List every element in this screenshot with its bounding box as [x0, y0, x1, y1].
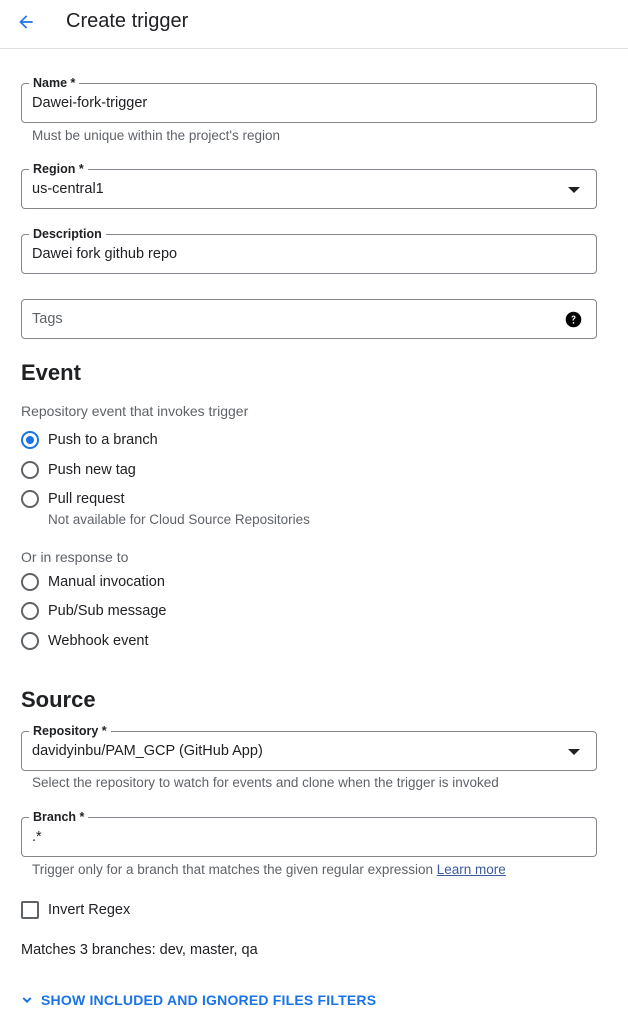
radio-unchecked-icon	[21, 632, 39, 650]
radio-label: Webhook event	[48, 633, 149, 649]
branch-hint-text: Trigger only for a branch that matches t…	[32, 862, 433, 877]
radio-push-new-tag[interactable]: Push new tag	[21, 460, 136, 480]
dropdown-arrow-icon	[568, 749, 580, 755]
response-subtitle: Or in response to	[21, 549, 129, 565]
radio-label: Pub/Sub message	[48, 603, 167, 619]
radio-label: Push to a branch	[48, 432, 158, 448]
radio-manual-invocation[interactable]: Manual invocation	[21, 572, 165, 592]
region-select[interactable]: Region * us-central1	[21, 161, 597, 209]
invert-regex-checkbox[interactable]: Invert Regex	[21, 900, 130, 920]
description-field[interactable]: Description Dawei fork github repo	[21, 226, 597, 274]
name-field-label: Name *	[29, 75, 80, 91]
radio-unchecked-icon	[21, 573, 39, 591]
event-section-title: Event	[21, 360, 81, 385]
back-button[interactable]	[12, 8, 40, 36]
arrow-back-icon	[19, 15, 33, 29]
dropdown-arrow-icon	[568, 187, 580, 193]
help-icon[interactable]	[565, 311, 582, 328]
tags-field[interactable]: Tags	[21, 299, 597, 339]
branch-field-value: .*	[32, 829, 42, 845]
checkbox-unchecked-icon	[21, 901, 39, 919]
repository-select-value: davidyinbu/PAM_GCP (GitHub App)	[32, 743, 263, 759]
page-header: Create trigger	[0, 0, 628, 49]
pull-request-note: Not available for Cloud Source Repositor…	[48, 512, 310, 527]
radio-label: Push new tag	[48, 462, 136, 478]
show-filters-label: SHOW INCLUDED AND IGNORED FILES FILTERS	[41, 992, 377, 1008]
tags-field-placeholder: Tags	[32, 311, 63, 327]
branch-matches-text: Matches 3 branches: dev, master, qa	[21, 942, 258, 958]
description-field-label: Description	[29, 226, 106, 242]
radio-webhook-event[interactable]: Webhook event	[21, 631, 149, 651]
learn-more-link[interactable]: Learn more	[437, 862, 506, 877]
name-field[interactable]: Name * Dawei-fork-trigger	[21, 75, 597, 123]
region-select-label: Region *	[29, 161, 88, 177]
branch-field[interactable]: Branch * .*	[21, 809, 597, 857]
radio-unchecked-icon	[21, 461, 39, 479]
radio-pull-request[interactable]: Pull request	[21, 489, 125, 509]
name-field-value: Dawei-fork-trigger	[32, 95, 148, 111]
event-subtitle: Repository event that invokes trigger	[21, 403, 249, 419]
radio-push-to-branch[interactable]: Push to a branch	[21, 430, 158, 450]
page-title: Create trigger	[66, 10, 189, 32]
branch-hint: Trigger only for a branch that matches t…	[32, 861, 506, 879]
repository-hint: Select the repository to watch for event…	[32, 775, 499, 790]
radio-unchecked-icon	[21, 602, 39, 620]
checkbox-label: Invert Regex	[48, 902, 131, 918]
name-field-hint: Must be unique within the project's regi…	[32, 128, 280, 143]
repository-select-label: Repository *	[29, 723, 111, 739]
description-field-value: Dawei fork github repo	[32, 246, 178, 262]
radio-label: Manual invocation	[48, 574, 165, 590]
radio-checked-icon	[21, 431, 39, 449]
branch-field-label: Branch *	[29, 809, 89, 825]
radio-unchecked-icon	[21, 490, 39, 508]
radio-pubsub-message[interactable]: Pub/Sub message	[21, 601, 167, 621]
radio-label: Pull request	[48, 491, 125, 507]
source-section-title: Source	[21, 687, 96, 712]
repository-select[interactable]: Repository * davidyinbu/PAM_GCP (GitHub …	[21, 723, 597, 771]
show-filters-button[interactable]: SHOW INCLUDED AND IGNORED FILES FILTERS	[19, 992, 376, 1008]
chevron-down-icon	[22, 997, 32, 1004]
region-select-value: us-central1	[32, 181, 104, 197]
